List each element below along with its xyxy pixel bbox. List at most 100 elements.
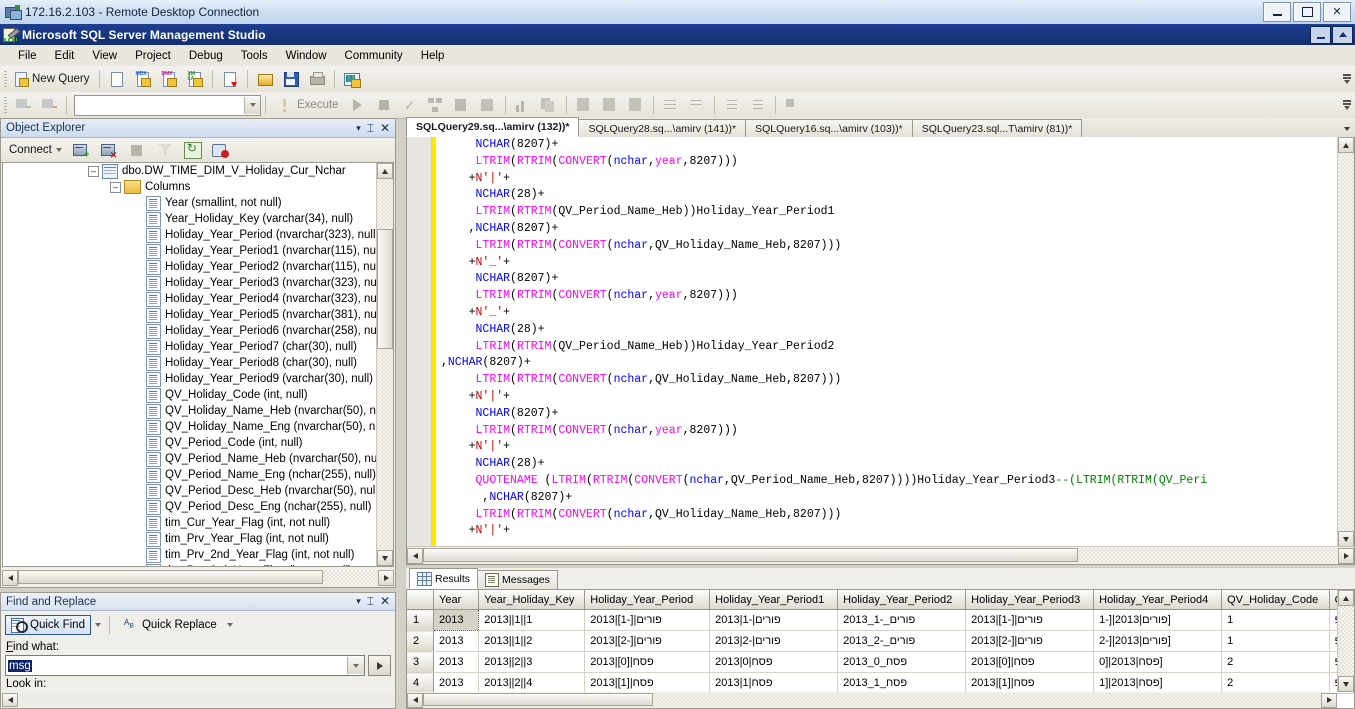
menu-help[interactable]: Help: [412, 48, 454, 64]
scroll-up-button[interactable]: [1338, 590, 1354, 606]
new-analysis-query-button[interactable]: [217, 68, 243, 90]
quick-find-dropdown-icon[interactable]: [94, 623, 101, 627]
new-mdx-query-button[interactable]: MDX: [130, 68, 156, 90]
table-cell[interactable]: 2013|פסח|0: [709, 651, 839, 673]
scroll-left-button[interactable]: [407, 547, 423, 564]
tab-results[interactable]: Results: [409, 568, 479, 589]
tree-item[interactable]: QV_Period_Name_Heb (nvarchar(50), null): [3, 451, 377, 467]
tree-item[interactable]: Holiday_Year_Period1 (nvarchar(115), nul…: [3, 243, 377, 259]
quick-replace-dropdown-icon[interactable]: [226, 623, 233, 627]
table-cell[interactable]: 2013|פסח|[0]: [584, 651, 711, 673]
table-cell[interactable]: 2013|פסח|[1]: [584, 672, 711, 694]
editor-tab[interactable]: SQLQuery28.sq...\amirv (141))*: [578, 119, 747, 137]
menu-project[interactable]: Project: [126, 48, 180, 64]
editor-tab[interactable]: SQLQuery16.sq...\amirv (103))*: [745, 119, 913, 137]
refresh-button[interactable]: [180, 139, 206, 161]
table-cell[interactable]: 2013|פורים|-2: [709, 630, 839, 652]
tree-item[interactable]: Holiday_Year_Period7 (char(30), null): [3, 339, 377, 355]
tree-item[interactable]: QV_Holiday_Name_Heb (nvarchar(50), null): [3, 403, 377, 419]
ssms-minimize-button[interactable]: [1310, 25, 1331, 44]
disconnect-server-button[interactable]: ✕: [96, 139, 122, 161]
menu-community[interactable]: Community: [336, 48, 412, 64]
table-cell[interactable]: 1: [1221, 630, 1330, 652]
rdp-maximize-button[interactable]: [1293, 2, 1321, 22]
editor-tab[interactable]: SQLQuery23.sql...T\amirv (81))*: [911, 119, 1083, 137]
table-cell[interactable]: 2013||2||3: [478, 651, 586, 673]
find-next-button[interactable]: [368, 655, 391, 676]
table-cell[interactable]: 2: [1221, 651, 1330, 673]
editor-vertical-scrollbar[interactable]: [1337, 137, 1354, 547]
open-file-button[interactable]: [252, 68, 278, 90]
tree-item[interactable]: Holiday_Year_Period8 (char(30), null): [3, 355, 377, 371]
table-cell[interactable]: 1: [1221, 609, 1330, 631]
auto-hide-pin-icon[interactable]: ⌶: [367, 595, 374, 607]
results-to-text-button[interactable]: [571, 94, 597, 116]
new-dmx-query-button[interactable]: DMX: [156, 68, 182, 90]
new-project-button[interactable]: [339, 68, 365, 90]
new-database-query-button[interactable]: [104, 68, 130, 90]
tree-item[interactable]: QV_Holiday_Code (int, null): [3, 387, 377, 403]
results-to-file-button[interactable]: [623, 94, 649, 116]
table-cell[interactable]: 2013||1||1: [478, 609, 586, 631]
tree-item[interactable]: Year (smallint, not null): [3, 195, 377, 211]
row-header[interactable]: 1: [407, 609, 435, 631]
toolbar-overflow-icon[interactable]: [1341, 68, 1353, 90]
close-icon[interactable]: ✕: [380, 122, 390, 134]
column-header[interactable]: Holiday_Year_Period2: [837, 590, 967, 610]
table-cell[interactable]: 0]|2013|פסח]: [1093, 651, 1223, 673]
table-cell[interactable]: 2013||2||4: [478, 672, 586, 694]
client-statistics-button[interactable]: [510, 94, 536, 116]
scroll-left-button[interactable]: [2, 693, 18, 707]
disconnect-all-button[interactable]: [208, 139, 234, 161]
table-cell[interactable]: 2013|פורים|[-2]: [965, 630, 1095, 652]
table-row[interactable]: 2 2013 2013||1||2 2013|פורים|[-2] 2013|פורים…: [407, 630, 1354, 652]
new-xmla-query-button[interactable]: XM LA: [182, 68, 208, 90]
table-cell[interactable]: 2013|פסח|[0]: [965, 651, 1095, 673]
table-cell[interactable]: 2013|פסח|1: [709, 672, 839, 694]
window-menu-icon[interactable]: ▾: [356, 123, 361, 134]
table-cell[interactable]: 2013||1||2: [478, 630, 586, 652]
scroll-right-button[interactable]: [1338, 547, 1354, 564]
tree-item[interactable]: Holiday_Year_Period4 (nvarchar(323), nul…: [3, 291, 377, 307]
tree-item[interactable]: QV_Period_Code (int, null): [3, 435, 377, 451]
auto-hide-pin-icon[interactable]: ⌶: [367, 122, 374, 134]
scroll-up-button[interactable]: [1338, 137, 1354, 153]
code-editor-area[interactable]: NCHAR(8207)+ LTRIM(RTRIM(CONVERT(nchar,y…: [406, 137, 1355, 565]
tree-horizontal-scrollbar[interactable]: [2, 569, 394, 586]
tab-messages[interactable]: Messages: [477, 570, 558, 589]
connect-button[interactable]: [10, 94, 36, 116]
stop-button[interactable]: [371, 94, 397, 116]
results-to-grid-button[interactable]: [597, 94, 623, 116]
query-options-button[interactable]: [449, 94, 475, 116]
table-cell[interactable]: 2013_פסח_1: [837, 672, 967, 694]
object-explorer-tree[interactable]: – dbo.DW_TIME_DIM_V_Holiday_Cur_Nchar – Col…: [2, 162, 394, 567]
menu-window[interactable]: Window: [277, 48, 336, 64]
tree-item[interactable]: – Columns: [3, 179, 377, 195]
scroll-down-button[interactable]: [1338, 531, 1354, 547]
table-cell[interactable]: 1-]|2013|פורים]: [1093, 609, 1223, 631]
menu-debug[interactable]: Debug: [180, 48, 232, 64]
rdp-minimize-button[interactable]: [1263, 2, 1291, 22]
menu-file[interactable]: File: [9, 48, 46, 64]
table-cell[interactable]: 2013_פורים_-1: [837, 609, 967, 631]
column-header[interactable]: Year_Holiday_Key: [478, 590, 586, 610]
tree-item[interactable]: tim_Prv_2nd_Year_Flag (int, not null): [3, 547, 377, 563]
tab-list-dropdown-icon[interactable]: [1339, 120, 1355, 137]
filter-button[interactable]: [152, 139, 178, 161]
row-header[interactable]: 3: [407, 651, 435, 673]
debug-button[interactable]: [345, 94, 371, 116]
column-header[interactable]: Holiday_Year_Period3: [965, 590, 1095, 610]
print-button[interactable]: [304, 68, 330, 90]
tree-expander-minus-icon[interactable]: –: [110, 181, 121, 193]
scroll-right-button[interactable]: [378, 569, 394, 586]
column-header[interactable]: Holiday_Year_Period4: [1093, 590, 1223, 610]
column-header[interactable]: QV_Holiday_Code: [1221, 590, 1330, 610]
tree-item[interactable]: Year_Holiday_Key (varchar(34), null): [3, 211, 377, 227]
connect-server-button[interactable]: +: [68, 139, 94, 161]
tree-expander-minus-icon[interactable]: –: [88, 165, 99, 177]
chevron-down-icon[interactable]: [347, 657, 364, 674]
scroll-left-button[interactable]: [2, 569, 18, 586]
tree-item[interactable]: tim_Prv_3rd_Year_Flag (int, not null): [3, 563, 377, 566]
find-what-input[interactable]: msg: [5, 655, 365, 676]
tree-item[interactable]: Holiday_Year_Period3 (nvarchar(323), nul…: [3, 275, 377, 291]
